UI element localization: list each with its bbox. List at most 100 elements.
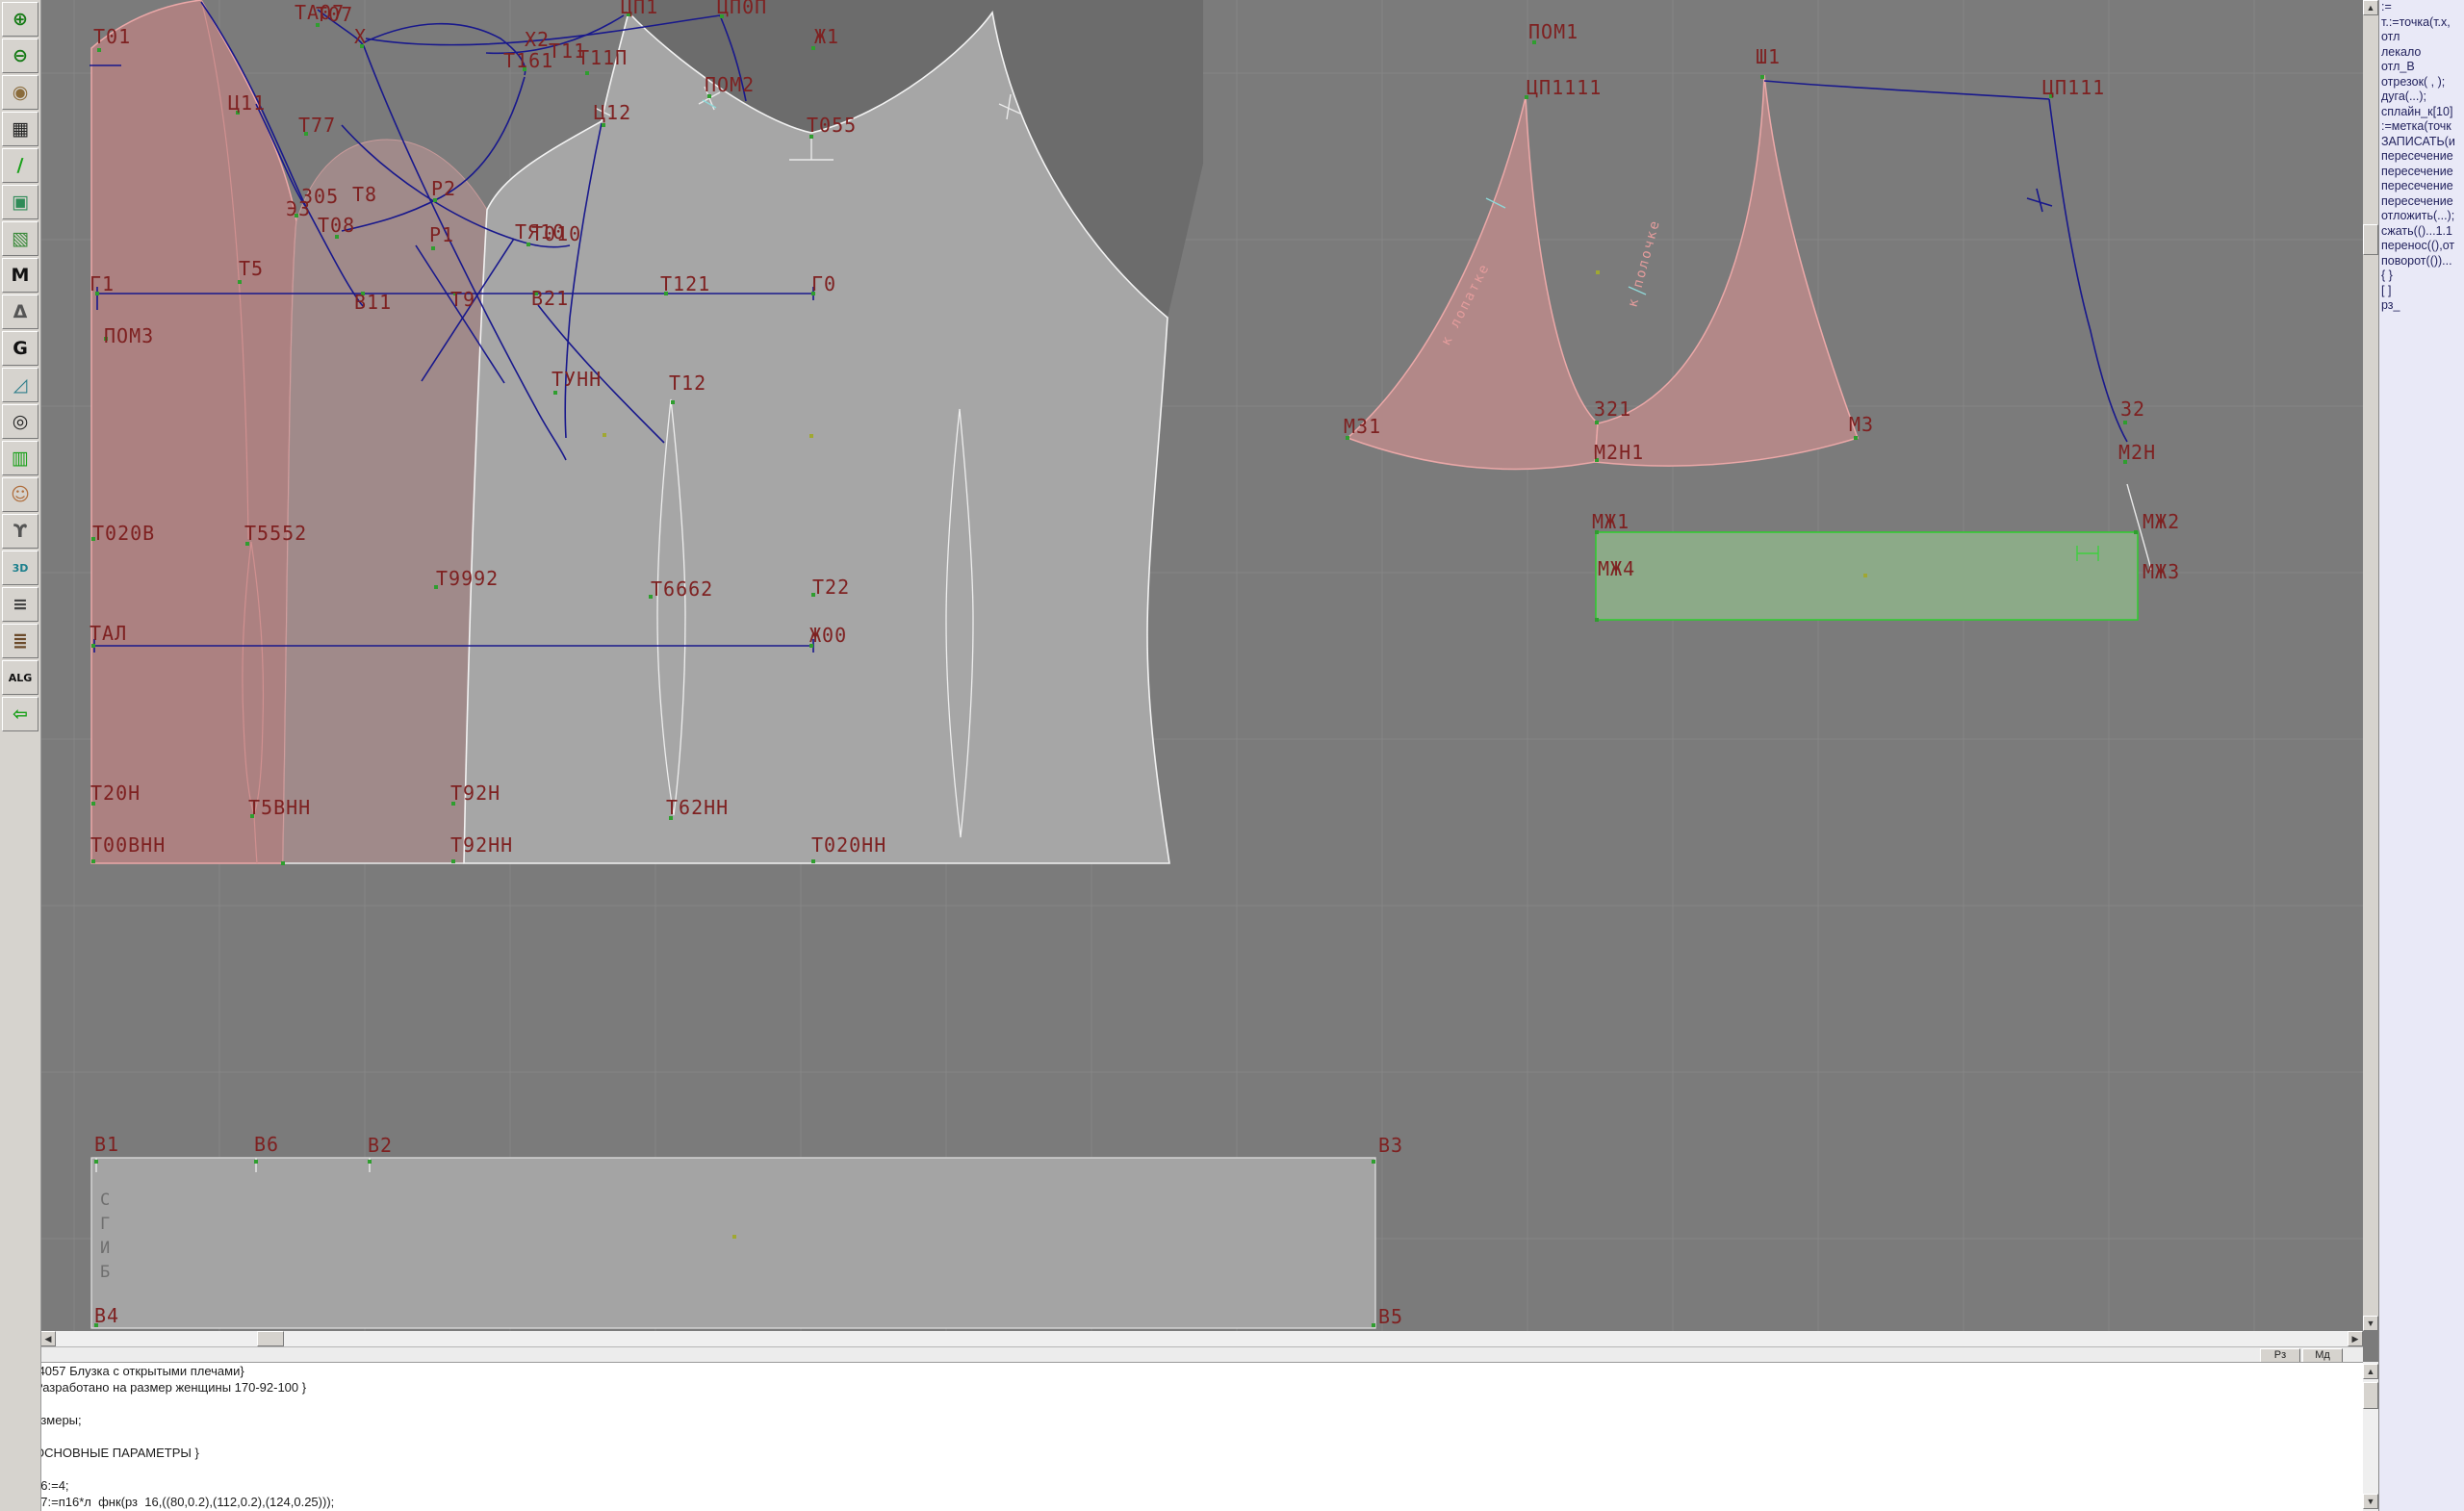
pattern-point[interactable] — [1760, 75, 1764, 79]
point-label-Т121: Т121 — [660, 272, 710, 295]
command-item-14[interactable]: отложить(...); — [2379, 209, 2464, 224]
command-item-19[interactable]: [ ] — [2379, 284, 2464, 299]
vertical-scroll-thumb[interactable] — [2363, 224, 2378, 255]
pattern-point[interactable] — [431, 246, 435, 250]
zoom-in-icon[interactable]: ⊕ — [2, 2, 38, 37]
bottom-band-piece[interactable] — [91, 1158, 1375, 1328]
ruler-icon[interactable]: ◿ — [2, 368, 38, 402]
command-item-12[interactable]: пересечение — [2379, 179, 2464, 194]
command-item-15[interactable]: сжать(()...1.1 — [2379, 224, 2464, 240]
image-icon: ▣ — [12, 193, 29, 212]
exit-icon[interactable]: ⇦ — [2, 697, 38, 731]
pattern-point[interactable] — [91, 859, 95, 863]
pattern-point[interactable] — [671, 400, 675, 404]
ruler-icon: ◿ — [13, 376, 28, 395]
pattern-piece-icon[interactable]: ▧ — [2, 221, 38, 256]
command-item-9[interactable]: ЗАПИСАТЬ(и — [2379, 135, 2464, 150]
command-item-8[interactable]: :=метка(точк — [2379, 119, 2464, 135]
command-item-3[interactable]: лекало — [2379, 45, 2464, 61]
pattern-point[interactable] — [553, 391, 557, 395]
editor-line-5: { ОСНОВНЫЕ ПАРАМЕТРЫ } — [0, 1445, 2363, 1461]
scroll-right-icon[interactable]: ▶ — [2348, 1331, 2363, 1346]
command-item-1[interactable]: т.:=точка(т.х, — [2379, 15, 2464, 31]
point-label-Ж00: Ж00 — [809, 624, 847, 647]
command-item-20[interactable]: рз_ — [2379, 298, 2464, 314]
fold-label-letter: И — [100, 1239, 110, 1258]
command-item-18[interactable]: { } — [2379, 269, 2464, 284]
camera-icon[interactable]: ◎ — [2, 404, 38, 439]
garment-sketch-icon[interactable]: ϒ — [2, 514, 38, 549]
pattern-point[interactable] — [451, 859, 455, 863]
pattern-m-icon[interactable]: M — [2, 258, 38, 293]
pattern-point[interactable] — [97, 48, 101, 52]
command-item-6[interactable]: дуга(...); — [2379, 90, 2464, 105]
pattern-point[interactable] — [811, 859, 815, 863]
books-icon[interactable]: ≣ — [2, 624, 38, 658]
drawing-canvas[interactable]: Т01ТА07Т07ХХ2Т161Т11Т11ПЦП1ЦП0ПЖ1ПОМ2Ц12… — [40, 0, 2363, 1331]
point-label-Ж1: Ж1 — [814, 25, 839, 48]
point-label-З2: З2 — [2120, 397, 2145, 421]
document-icon[interactable]: ≡ — [2, 587, 38, 622]
command-item-11[interactable]: пересечение — [2379, 165, 2464, 180]
scroll-down-icon[interactable]: ▼ — [2363, 1316, 2378, 1331]
command-item-17[interactable]: поворот(())... — [2379, 254, 2464, 269]
accent-point — [732, 1235, 736, 1239]
scroll-left-icon[interactable]: ◀ — [40, 1331, 56, 1346]
side-band-piece[interactable] — [283, 140, 487, 863]
point-label-МЖ2: МЖ2 — [2143, 510, 2180, 533]
command-item-7[interactable]: сплайн_к[10] — [2379, 105, 2464, 120]
pattern-point[interactable] — [2123, 421, 2127, 424]
pattern-point[interactable] — [1595, 618, 1599, 622]
pattern-point[interactable] — [94, 1160, 98, 1164]
program-editor[interactable]: { 4057 Блузка с открытыми плечами}{ Разр… — [0, 1362, 2363, 1511]
measure-line-icon[interactable]: ∕ — [2, 148, 38, 183]
pattern-point[interactable] — [1372, 1323, 1375, 1327]
point-label-Т5: Т5 — [239, 257, 264, 280]
canvas-vertical-scrollbar[interactable]: ▲ ▼ — [2363, 0, 2378, 1331]
table-icon[interactable]: ▥ — [2, 441, 38, 475]
zoom-out-icon[interactable]: ⊖ — [2, 38, 38, 73]
pattern-point[interactable] — [2134, 530, 2138, 534]
pattern-point[interactable] — [1372, 1160, 1375, 1164]
scroll-up-icon[interactable]: ▲ — [2363, 0, 2378, 15]
back-piece[interactable] — [91, 0, 296, 863]
point-label-Т161: Т161 — [503, 49, 553, 72]
command-item-5[interactable]: отрезок( , ); — [2379, 75, 2464, 90]
camera-icon: ◎ — [13, 413, 29, 431]
pattern-point[interactable] — [281, 861, 285, 865]
model-photo-icon[interactable]: ☺ — [2, 477, 38, 512]
pattern-point[interactable] — [585, 71, 589, 75]
pattern-point[interactable] — [368, 1160, 372, 1164]
pattern-point[interactable] — [254, 1160, 258, 1164]
point-label-В1: В1 — [94, 1133, 119, 1156]
drafting-icon[interactable]: Δ — [2, 295, 38, 329]
command-item-10[interactable]: пересечение — [2379, 149, 2464, 165]
algorithm-icon[interactable]: ALG — [2, 660, 38, 695]
horizontal-scroll-thumb[interactable] — [257, 1331, 284, 1346]
image-icon[interactable]: ▣ — [2, 185, 38, 219]
pattern-point[interactable] — [238, 280, 242, 284]
command-item-13[interactable]: пересечение — [2379, 194, 2464, 210]
graphics-icon[interactable]: G — [2, 331, 38, 366]
pattern-point[interactable] — [1595, 421, 1599, 424]
grid-icon[interactable]: ▦ — [2, 112, 38, 146]
scroll-down-icon[interactable]: ▼ — [2363, 1494, 2378, 1509]
command-item-0[interactable]: := — [2379, 0, 2464, 15]
point-label-Т22: Т22 — [812, 576, 850, 599]
scroll-up-icon[interactable]: ▲ — [2363, 1364, 2378, 1379]
editor-scrollbar[interactable]: ▲ ▼ — [2363, 1362, 2378, 1511]
point-label-ПОМ2: ПОМ2 — [705, 73, 755, 96]
point-label-Ш1: Ш1 — [1756, 45, 1781, 68]
canvas-horizontal-scrollbar[interactable]: ◀ ▶ — [40, 1331, 2363, 1346]
point-label-Х2: Х2 — [525, 28, 550, 51]
3d-icon[interactable]: 3D — [2, 551, 38, 585]
point-label-ТАЛ: ТАЛ — [90, 622, 127, 645]
pan-piece-icon[interactable]: ◉ — [2, 75, 38, 110]
point-label-МЖ4: МЖ4 — [1598, 557, 1635, 580]
point-label-ТУНН: ТУНН — [552, 368, 602, 391]
editor-scroll-thumb[interactable] — [2363, 1382, 2378, 1409]
command-item-2[interactable]: отл — [2379, 30, 2464, 45]
pattern-point[interactable] — [1854, 436, 1858, 440]
command-item-16[interactable]: перенос((),от — [2379, 239, 2464, 254]
command-item-4[interactable]: отл_В — [2379, 60, 2464, 75]
